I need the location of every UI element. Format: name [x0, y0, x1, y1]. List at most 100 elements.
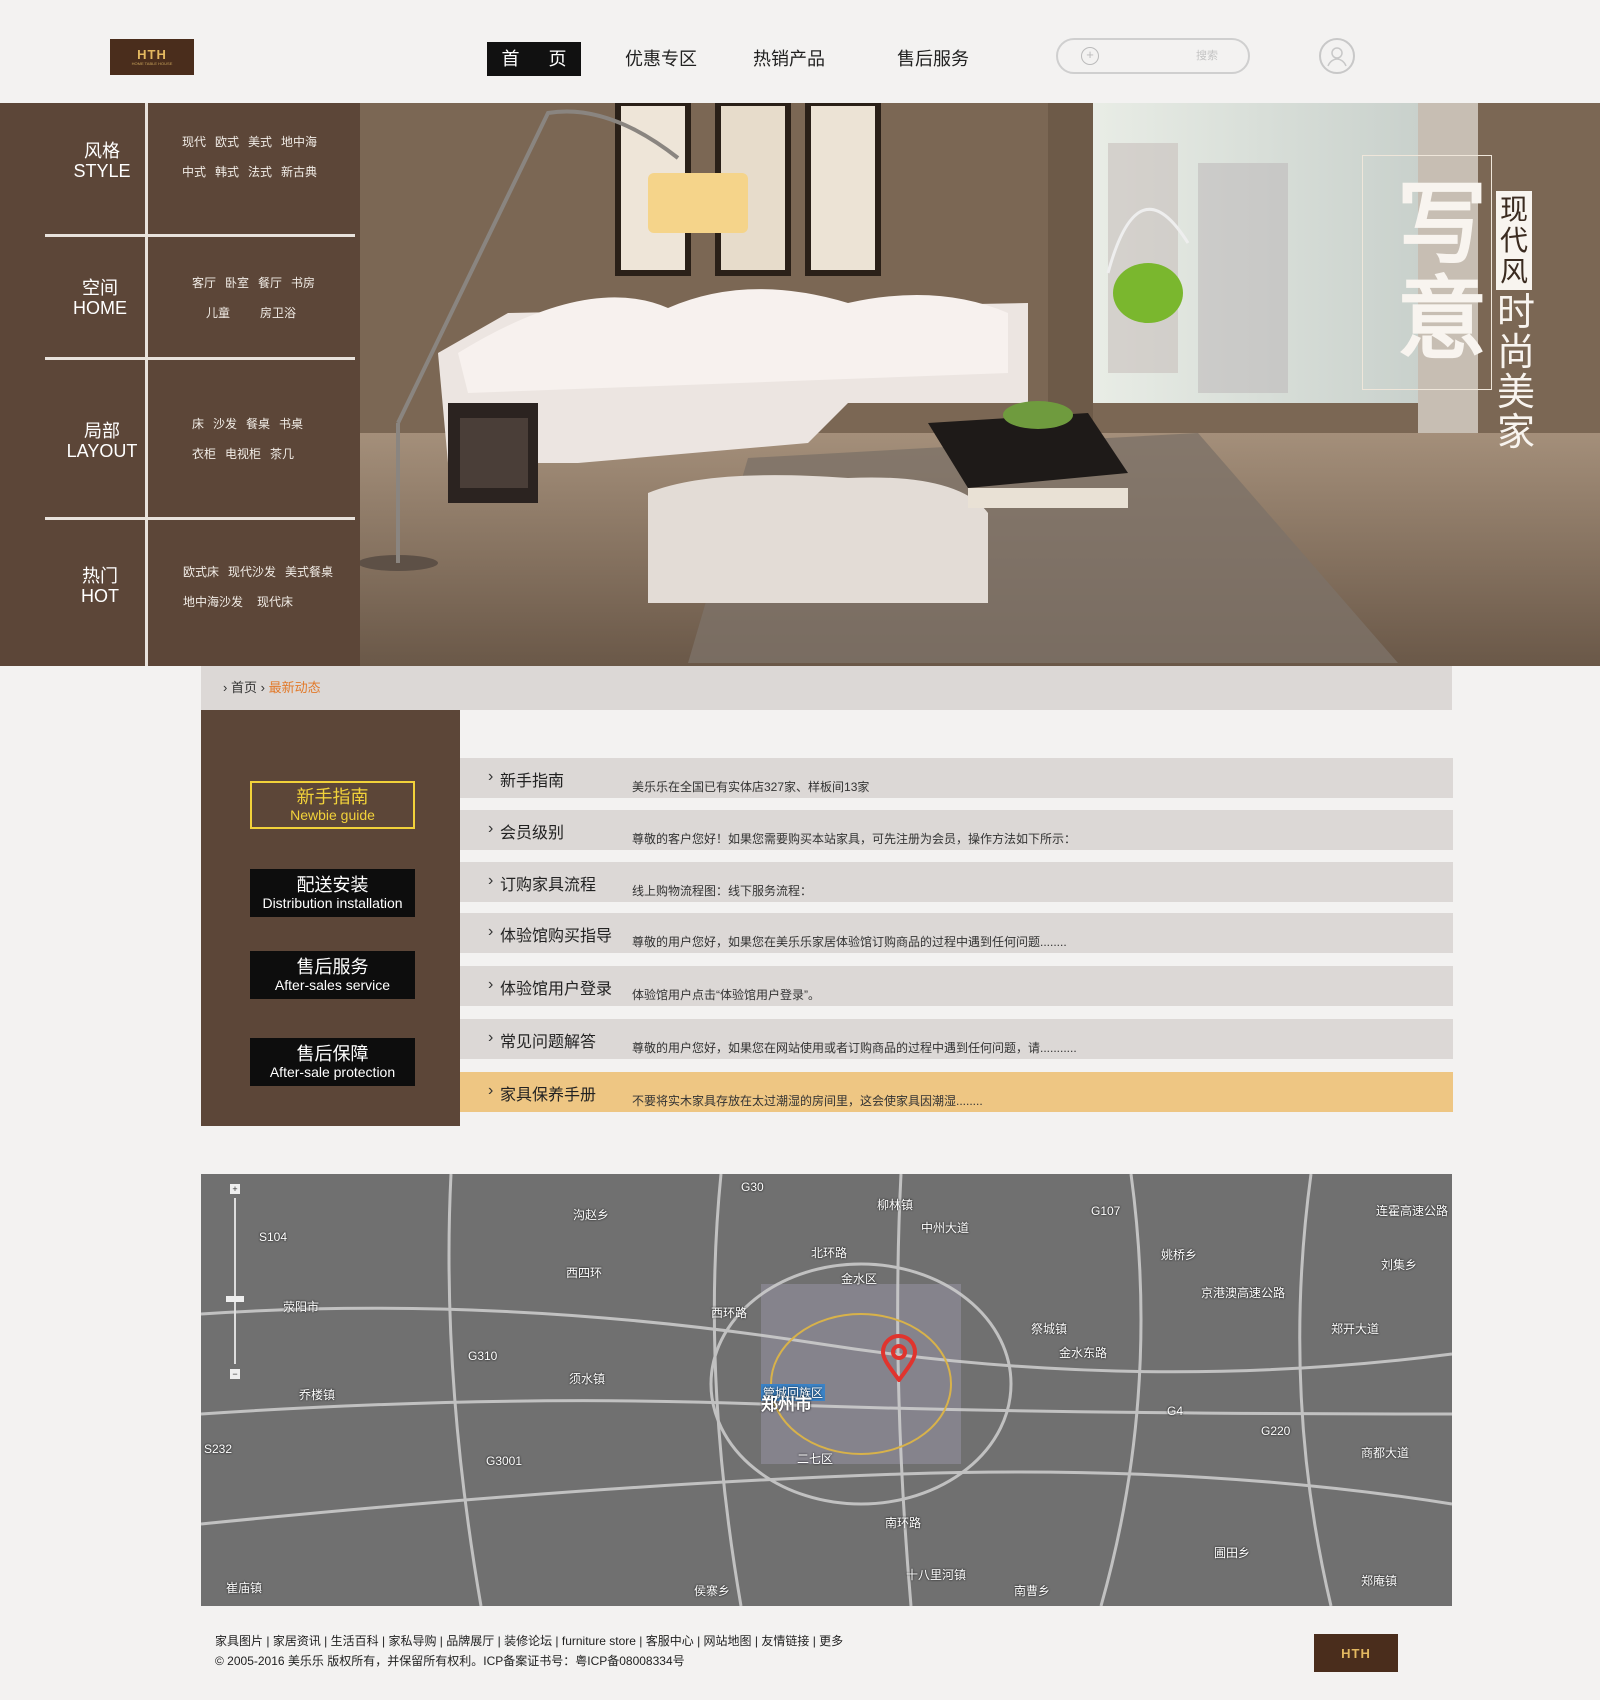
category-link[interactable]: 书桌: [279, 417, 303, 431]
faq-question: 体验馆购买指导: [500, 928, 613, 945]
faq-row[interactable]: › 体验馆用户登录 体验馆用户点击“体验馆用户登录”。: [460, 966, 1453, 1006]
chevron-right-icon: ›: [488, 1029, 494, 1046]
search-input[interactable]: [1108, 46, 1218, 66]
chevron-right-icon: ›: [488, 820, 494, 837]
category-link[interactable]: 书房: [291, 276, 315, 290]
category-link[interactable]: 韩式: [215, 165, 239, 179]
category-label-en: LAYOUT: [66, 441, 138, 461]
sidebar-item-distribution[interactable]: 配送安装 Distribution installation: [250, 869, 415, 917]
breadcrumb: › 首页 › 最新动态: [201, 666, 1452, 710]
map-label: 姚桥乡: [1161, 1248, 1198, 1262]
category-link[interactable]: 房卫浴: [260, 306, 296, 320]
faq-row-highlighted[interactable]: › 家具保养手册 不要将实木家具存放在太过潮湿的房间里，这会使家具因潮湿....…: [460, 1072, 1453, 1112]
category-link[interactable]: 现代沙发: [228, 565, 276, 579]
search-icon[interactable]: +: [1081, 47, 1099, 65]
map-label: 京港澳高速公路: [1201, 1286, 1286, 1300]
map-label: 祭城镇: [1031, 1322, 1068, 1336]
category-link[interactable]: 卧室: [225, 276, 249, 290]
zoom-in-icon[interactable]: +: [230, 1184, 240, 1194]
footer-link[interactable]: 客服中心: [646, 1634, 694, 1648]
location-pin-icon[interactable]: [879, 1334, 919, 1384]
nav-promotions[interactable]: 优惠专区: [625, 42, 697, 76]
banner-slogan: 写 意 现代风 时尚美家: [1300, 103, 1600, 666]
user-icon[interactable]: [1319, 38, 1355, 74]
home-links: 客厅 卧室 餐厅 书房 儿童 房卫浴: [192, 268, 392, 328]
faq-row[interactable]: › 常见问题解答 尊敬的用户您好，如果您在网站使用或者订购商品的过程中遇到任何问…: [460, 1019, 1453, 1059]
faq-question: 订购家具流程: [500, 877, 597, 894]
faq-row[interactable]: › 新手指南 美乐乐在全国已有实体店327家、样板间13家: [460, 758, 1453, 798]
category-link[interactable]: 法式: [248, 165, 272, 179]
category-style[interactable]: 风格 STYLE: [42, 141, 162, 181]
zoom-track[interactable]: [234, 1198, 236, 1364]
category-link[interactable]: 衣柜: [192, 447, 216, 461]
breadcrumb-home[interactable]: 首页: [231, 680, 257, 695]
faq-summary: 不要将实木家具存放在太过潮湿的房间里，这会使家具因潮湿........: [632, 1094, 983, 1108]
location-map[interactable]: + − 沟赵乡 柳林镇 G30 G107 S104 北环路 金水区 中州大道 姚…: [201, 1174, 1452, 1606]
copyright: © 2005-2016 美乐乐 版权所有，并保留所有权利。ICP备案证书号：粤I…: [215, 1654, 685, 1668]
category-link[interactable]: 新古典: [281, 165, 317, 179]
footer-link[interactable]: 家具图片: [215, 1634, 263, 1648]
site-logo[interactable]: HTH HOME TABLE HOUSE: [110, 39, 194, 75]
category-link[interactable]: 现代床: [257, 595, 293, 609]
category-link[interactable]: 中式: [182, 165, 206, 179]
category-layout[interactable]: 局部 LAYOUT: [42, 421, 162, 461]
category-link[interactable]: 美式餐桌: [285, 565, 333, 579]
sidebar-item-newbie-guide[interactable]: 新手指南 Newbie guide: [250, 781, 415, 829]
footer-link[interactable]: 家私导购: [388, 1634, 436, 1648]
category-link[interactable]: 地中海沙发: [183, 595, 243, 609]
category-link[interactable]: 儿童: [206, 306, 230, 320]
menu-divider: [45, 517, 355, 520]
map-label: 金水东路: [1059, 1346, 1108, 1360]
category-link[interactable]: 客厅: [192, 276, 216, 290]
footer-link[interactable]: 友情链接: [761, 1634, 809, 1648]
footer-link[interactable]: 家居资讯: [273, 1634, 321, 1648]
category-link[interactable]: 餐厅: [258, 276, 282, 290]
zoom-out-icon[interactable]: −: [230, 1369, 240, 1379]
slogan-tag: 现代风: [1496, 191, 1532, 290]
category-link[interactable]: 电视柜: [225, 447, 261, 461]
category-link[interactable]: 现代: [182, 135, 206, 149]
map-label: G3001: [486, 1454, 523, 1468]
map-label: 须水镇: [569, 1372, 606, 1386]
category-link[interactable]: 沙发: [213, 417, 237, 431]
category-label: 热门: [82, 566, 118, 586]
category-link[interactable]: 餐桌: [246, 417, 270, 431]
sidebar-item-label-en: Newbie guide: [290, 807, 375, 823]
nav-after-sales[interactable]: 售后服务: [897, 42, 969, 76]
map-label: 商都大道: [1361, 1446, 1410, 1460]
footer-link[interactable]: 更多: [819, 1634, 843, 1648]
category-link[interactable]: 美式: [248, 135, 272, 149]
map-label: 十八里河镇: [906, 1568, 967, 1582]
footer-link[interactable]: furniture store: [562, 1634, 636, 1648]
category-link[interactable]: 地中海: [281, 135, 317, 149]
sidebar-item-after-sales[interactable]: 售后服务 After-sales service: [250, 951, 415, 999]
zoom-handle[interactable]: [226, 1296, 244, 1302]
footer-link[interactable]: 生活百科: [331, 1634, 379, 1648]
map-label: G4: [1167, 1404, 1184, 1418]
category-hot[interactable]: 热门 HOT: [40, 566, 160, 606]
category-link[interactable]: 茶几: [270, 447, 294, 461]
footer-link[interactable]: 网站地图: [704, 1634, 752, 1648]
category-link[interactable]: 欧式: [215, 135, 239, 149]
map-label: G30: [741, 1180, 764, 1194]
footer-link[interactable]: 品牌展厅: [446, 1634, 494, 1648]
sidebar-item-protection[interactable]: 售后保障 After-sale protection: [250, 1038, 415, 1086]
footer-logo[interactable]: HTH: [1314, 1634, 1398, 1672]
category-label-en: HOME: [73, 298, 127, 318]
chevron-right-icon: ›: [260, 680, 265, 695]
nav-hot-products[interactable]: 热销产品: [753, 42, 825, 76]
footer-link[interactable]: 装修论坛: [504, 1634, 552, 1648]
category-link[interactable]: 欧式床: [183, 565, 219, 579]
category-home[interactable]: 空间 HOME: [40, 278, 160, 318]
menu-divider: [45, 234, 355, 237]
category-link[interactable]: 床: [192, 417, 204, 431]
map-label: 沟赵乡: [573, 1208, 610, 1222]
faq-row[interactable]: › 会员级别 尊敬的客户您好！如果您需要购买本站家具，可先注册为会员，操作方法如…: [460, 810, 1453, 850]
faq-question: 家具保养手册: [500, 1087, 597, 1104]
faq-row[interactable]: › 订购家具流程 线上购物流程图：线下服务流程：: [460, 862, 1453, 902]
nav-home[interactable]: 首 页: [487, 42, 581, 76]
faq-row[interactable]: › 体验馆购买指导 尊敬的用户您好，如果您在美乐乐家居体验馆订购商品的过程中遇到…: [460, 913, 1453, 953]
map-zoom-control[interactable]: + −: [226, 1184, 244, 1384]
faq-summary: 美乐乐在全国已有实体店327家、样板间13家: [632, 780, 870, 794]
map-label: 连霍高速公路: [1376, 1204, 1449, 1218]
